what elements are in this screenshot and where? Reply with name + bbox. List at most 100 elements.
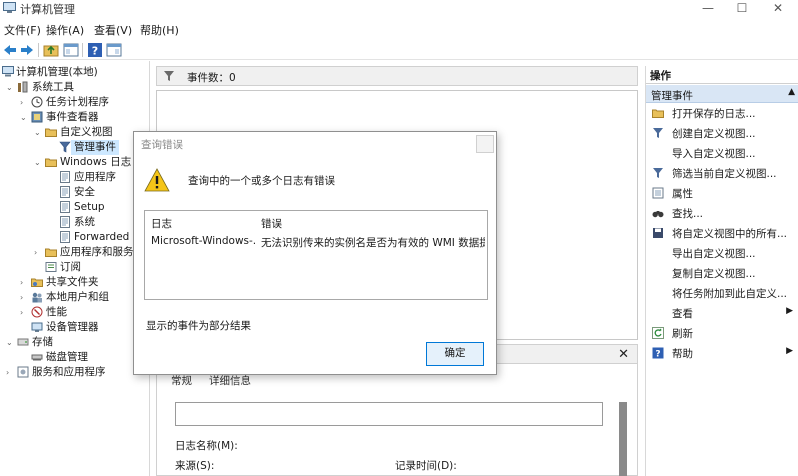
actions-pane: 操作 管理事件 ▲ 打开保存的日志... 创建自定义视图... 导入自定义视图.… (645, 66, 798, 476)
query-error-dialog: 查询错误 查询中的一个或多个日志有错误 日志 错误 Microsoft-Wind… (133, 131, 497, 375)
actions-section-administrative-events[interactable]: 管理事件 ▲ (646, 85, 798, 103)
error-list[interactable]: 日志 错误 Microsoft-Windows-... 无法识别传来的实例名是否… (144, 210, 488, 300)
event-viewer-icon (31, 111, 43, 123)
toolbar-separator (38, 43, 39, 57)
log-icon (60, 231, 70, 243)
tree-item-label: 本地用户和组 (46, 291, 109, 303)
action-create-custom-view[interactable]: 创建自定义视图... (646, 124, 798, 142)
error-row-message[interactable]: 无法识别传来的实例名是否为有效的 WMI 数据提... (261, 235, 485, 250)
error-list-header-error[interactable]: 错误 (261, 216, 282, 231)
action-label: 筛选当前自定义视图... (672, 168, 777, 180)
action-label: 复制自定义视图... (672, 268, 756, 280)
logged-time-label: 记录时间(D): (395, 460, 457, 472)
menu-file[interactable]: 文件(F) (4, 22, 41, 38)
show-hide-tree-icon[interactable] (63, 42, 79, 58)
save-icon (653, 228, 663, 238)
chevron-down-icon[interactable]: ⌄ (34, 125, 43, 140)
chevron-right-icon[interactable]: › (20, 275, 29, 290)
action-save-all-events[interactable]: 将自定义视图中的所有... (646, 224, 798, 242)
svg-text:?: ? (655, 350, 660, 360)
close-button[interactable]: ✕ (760, 0, 796, 17)
dialog-body: 查询中的一个或多个日志有错误 日志 错误 Microsoft-Windows-.… (134, 156, 496, 374)
back-arrow-icon[interactable] (2, 42, 18, 58)
menu-view[interactable]: 查看(V) (94, 22, 132, 38)
minimize-button[interactable]: — (690, 0, 726, 17)
chevron-right-icon[interactable]: › (34, 245, 43, 260)
action-properties[interactable]: 属性 (646, 184, 798, 202)
detail-scrollbar[interactable] (619, 402, 627, 476)
action-label: 导入自定义视图... (672, 148, 756, 160)
tree-item-label: 自定义视图 (60, 126, 113, 138)
filter-icon (59, 141, 71, 153)
filter-icon (653, 168, 663, 178)
error-list-header-log[interactable]: 日志 (151, 216, 172, 231)
title-bar: 计算机管理 — ☐ ✕ (0, 0, 798, 17)
show-hide-action-pane-icon[interactable] (106, 42, 122, 58)
tree-item-label: 任务计划程序 (46, 96, 109, 108)
chevron-down-icon[interactable]: ⌄ (20, 110, 29, 125)
action-help[interactable]: ? 帮助 ▶ (646, 344, 798, 362)
tree-item-label: 存储 (32, 336, 53, 348)
forward-arrow-icon[interactable] (19, 42, 35, 58)
log-name-label: 日志名称(M): (175, 440, 238, 452)
tree-item-label: Forwarded E (74, 231, 140, 243)
help-icon[interactable]: ? (87, 42, 103, 58)
action-view[interactable]: 查看 ▶ (646, 304, 798, 322)
action-import-custom-view[interactable]: 导入自定义视图... (646, 144, 798, 162)
disk-icon (31, 354, 43, 361)
tree-item-label: 性能 (46, 306, 67, 318)
chevron-right-icon[interactable]: › (20, 290, 29, 305)
action-attach-task[interactable]: 将任务附加到此自定义... (646, 284, 798, 302)
error-row-log[interactable]: Microsoft-Windows-... (151, 235, 255, 247)
partial-results-note: 显示的事件为部分结果 (146, 320, 251, 332)
menu-help[interactable]: 帮助(H) (140, 22, 179, 38)
services-icon (17, 366, 29, 378)
event-description-box[interactable] (175, 402, 603, 426)
computer-icon (2, 66, 14, 77)
ok-button[interactable]: 确定 (426, 342, 484, 366)
tree-item-label: 共享文件夹 (46, 276, 99, 288)
storage-icon (17, 338, 29, 346)
submenu-arrow-icon: ▶ (786, 346, 793, 356)
filter-icon (653, 128, 663, 138)
chevron-right-icon[interactable]: › (20, 305, 29, 320)
clock-icon (31, 96, 43, 108)
dialog-close-button[interactable] (476, 135, 494, 153)
action-open-saved-log[interactable]: 打开保存的日志... (646, 104, 798, 122)
dialog-title-bar: 查询错误 (134, 132, 496, 156)
maximize-button[interactable]: ☐ (724, 0, 760, 17)
console-tree: 计算机管理(本地) ⌄ 系统工具 › 任务计划程序 ⌄ 事件查看器 ⌄ 自定义视… (0, 61, 150, 476)
action-filter-current-view[interactable]: 筛选当前自定义视图... (646, 164, 798, 182)
warning-icon (144, 168, 170, 192)
chevron-down-icon[interactable]: ⌄ (6, 335, 15, 350)
action-refresh[interactable]: 刷新 (646, 324, 798, 342)
tree-item-label: 安全 (74, 186, 95, 198)
chevron-down-icon[interactable]: ⌄ (34, 155, 43, 170)
tree-item-label: 系统 (74, 216, 95, 228)
device-manager-icon (31, 322, 43, 332)
chevron-right-icon[interactable]: › (20, 95, 29, 110)
tree-item-label: 应用程序 (74, 171, 116, 183)
dialog-title: 查询错误 (141, 139, 183, 151)
tab-details[interactable]: 详细信息 (209, 373, 251, 388)
tab-general[interactable]: 常规 (171, 373, 192, 388)
filter-icon (164, 71, 174, 81)
menu-action[interactable]: 操作(A) (46, 22, 84, 38)
close-detail-icon[interactable]: ✕ (618, 347, 629, 362)
chevron-right-icon[interactable]: › (6, 365, 15, 380)
action-label: 刷新 (672, 328, 693, 340)
up-folder-icon[interactable] (43, 42, 59, 58)
shared-folder-icon (31, 278, 43, 287)
tree-item-label: 设备管理器 (46, 321, 99, 333)
open-log-icon (652, 109, 664, 118)
action-export-custom-view[interactable]: 导出自定义视图... (646, 244, 798, 262)
tools-icon (18, 81, 28, 93)
chevron-down-icon[interactable]: ⌄ (6, 80, 15, 95)
log-icon (60, 216, 70, 228)
log-icon (60, 186, 70, 198)
action-label: 属性 (672, 188, 693, 200)
tree-item-label: 应用程序和服务 (60, 246, 134, 258)
collapse-up-icon[interactable]: ▲ (788, 87, 795, 97)
action-copy-custom-view[interactable]: 复制自定义视图... (646, 264, 798, 282)
action-find[interactable]: 查找... (646, 204, 798, 222)
